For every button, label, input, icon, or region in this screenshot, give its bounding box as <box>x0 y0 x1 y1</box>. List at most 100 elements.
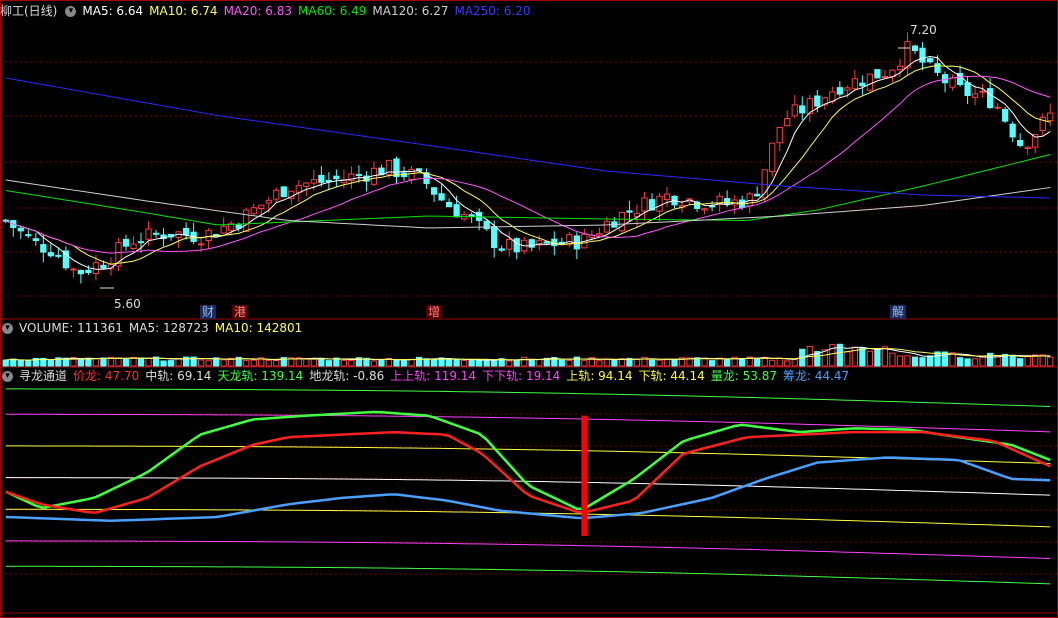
ma250-value: MA250: 6.20 <box>454 4 531 18</box>
candle-body <box>964 82 971 96</box>
xiagui-value: 下轨: 44.14 <box>638 369 705 383</box>
volume-bar <box>167 360 175 367</box>
candle-body <box>851 78 859 90</box>
volume-bar <box>866 350 874 367</box>
xiaxia-value: 下下轨: 19.14 <box>482 369 561 383</box>
volume-panel-header: ▾ VOLUME: 111361 MA5: 128723 MA10: 142801 <box>0 320 308 336</box>
ma10-value: MA10: 6.74 <box>149 4 218 18</box>
volume-bar <box>874 349 881 367</box>
volume-bar <box>791 359 798 367</box>
candle-body <box>603 221 611 233</box>
vol-ma10-value: MA10: 142801 <box>214 321 303 335</box>
news-tag-gang[interactable]: 港 <box>232 305 249 319</box>
candle-body <box>152 232 160 235</box>
candle-body <box>243 209 250 233</box>
candle-body <box>393 158 400 178</box>
volume-bar <box>723 359 731 367</box>
volume-bar <box>671 358 678 367</box>
indicator-title: 寻龙通道 <box>19 369 68 383</box>
candle-body <box>971 93 979 98</box>
candle-body <box>295 185 302 193</box>
candle-body <box>1017 139 1024 146</box>
candle-body <box>430 187 438 195</box>
news-tag-zeng[interactable]: 增 <box>426 305 443 319</box>
candle-body <box>77 269 85 275</box>
candle-body <box>626 210 633 213</box>
candle-body <box>25 234 32 237</box>
volume-bar <box>25 360 32 367</box>
candle-body <box>596 233 603 236</box>
candle-body <box>896 65 904 71</box>
indicator-panel-header: ▾ 寻龙通道 价龙: 47.70 中轨: 69.14 天龙轨: 139.14 地龙轨: -… <box>0 368 855 384</box>
volume-bar <box>205 360 212 367</box>
candle-body <box>986 88 994 109</box>
volume-bar <box>971 358 979 367</box>
candle-body <box>498 248 505 251</box>
volume-bar <box>536 358 543 367</box>
volume-bar <box>47 359 54 367</box>
panel-menu-icon[interactable]: ▾ <box>65 6 77 17</box>
candle-body <box>979 90 986 93</box>
volume-bar <box>513 359 520 367</box>
volume-bar <box>964 358 971 367</box>
volume-bar <box>558 359 565 367</box>
candle-body <box>814 95 821 107</box>
volume-bar <box>243 360 250 367</box>
ma5-value: MA5: 6.64 <box>82 4 144 18</box>
candle-body <box>250 207 257 215</box>
volume-bar <box>2 359 9 367</box>
candle-body <box>911 45 919 52</box>
shanggui-value: 上轨: 94.14 <box>566 369 633 383</box>
volume-bar <box>160 360 167 367</box>
candle-body <box>506 238 513 250</box>
volume-bar <box>273 360 280 367</box>
volume-bar <box>633 358 641 367</box>
candle-body <box>333 175 340 180</box>
channel-band-xiaxia <box>5 540 1051 560</box>
channel-band-tianlong <box>5 388 1051 408</box>
volume-bar <box>303 358 310 367</box>
candle-body <box>799 105 806 114</box>
candle-body <box>656 195 663 212</box>
candle-body <box>776 126 783 144</box>
volume-bar <box>408 358 415 367</box>
candle-body <box>904 41 911 69</box>
volume-bar <box>911 356 919 367</box>
volume-bar <box>881 346 889 367</box>
volume-bar <box>889 352 896 367</box>
candle-body <box>1024 146 1031 150</box>
volume-bar <box>1047 356 1054 367</box>
candle-body <box>355 174 363 177</box>
candle-body <box>859 82 866 87</box>
candle-body <box>17 227 24 232</box>
indicator-menu-icon[interactable]: ▾ <box>2 371 13 382</box>
ma60-value: MA60: 6.49 <box>298 4 367 18</box>
candle-body <box>994 106 1001 109</box>
volume-bar <box>596 360 603 367</box>
volume-bar <box>611 360 618 367</box>
volume-bar <box>476 359 483 367</box>
news-tag-cai[interactable]: 财 <box>200 305 217 319</box>
candle-body <box>483 220 490 230</box>
candle-body <box>1009 123 1016 138</box>
candle-body <box>1002 108 1009 122</box>
tianlong-value: 天龙轨: 139.14 <box>217 369 304 383</box>
volume-bar <box>122 358 130 367</box>
volume-bar <box>325 360 333 367</box>
volume-bar <box>919 357 926 367</box>
candle-body <box>100 264 107 269</box>
candle-body <box>32 238 39 242</box>
candle-body <box>265 199 272 204</box>
candle-body <box>55 254 62 257</box>
candle-body <box>866 73 874 91</box>
volume-bar <box>896 355 904 367</box>
candle-body <box>92 262 100 274</box>
volume-bar <box>776 357 783 367</box>
candle-body <box>1047 112 1054 122</box>
candle-body <box>145 228 152 240</box>
volume-bar <box>92 358 100 367</box>
news-tag-jie[interactable]: 解 <box>890 305 907 319</box>
volume-menu-icon[interactable]: ▾ <box>2 323 13 334</box>
volume-bar <box>423 358 430 367</box>
candle-body <box>836 87 843 95</box>
